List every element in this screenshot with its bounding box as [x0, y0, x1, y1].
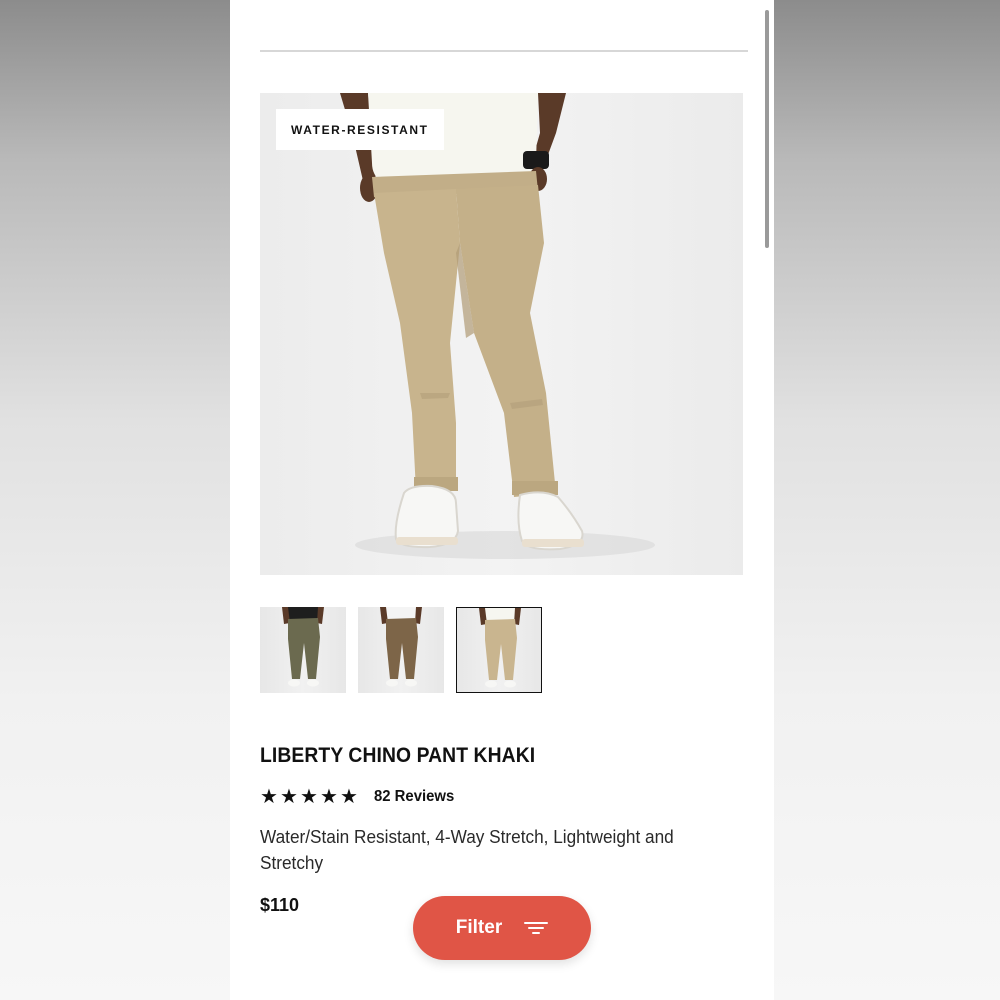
scrollbar[interactable] — [765, 10, 769, 248]
reviews-link[interactable]: 82 Reviews — [374, 788, 454, 806]
star-icon: ★ — [260, 786, 278, 808]
product-page[interactable]: WATER-RESISTANT LIBERTY CHINO PANT KHAKI… — [230, 0, 774, 1000]
thumbnail-image — [380, 607, 422, 687]
thumbnail-list — [260, 607, 554, 693]
background-left — [0, 0, 230, 1000]
thumbnail-khaki[interactable] — [456, 607, 542, 693]
filter-button[interactable]: Filter — [413, 896, 591, 960]
star-icon: ★ — [320, 786, 338, 808]
thumbnail-brown[interactable] — [358, 607, 444, 693]
thumbnail-image — [479, 608, 521, 688]
star-icon: ★ — [280, 786, 298, 808]
product-description: Water/Stain Resistant, 4-Way Stretch, Li… — [260, 826, 674, 873]
product-image[interactable]: WATER-RESISTANT — [260, 93, 743, 575]
background-right — [774, 0, 1000, 1000]
thumbnail-olive[interactable] — [260, 607, 346, 693]
product-title[interactable]: LIBERTY CHINO PANT KHAKI — [260, 744, 535, 768]
filter-lines-icon — [524, 920, 549, 936]
water-resistant-badge: WATER-RESISTANT — [276, 109, 444, 150]
filter-label: Filter — [455, 917, 503, 938]
rating-row[interactable]: ★ ★ ★ ★ ★ 82 Reviews — [260, 786, 460, 808]
khaki-pants-model-image — [340, 93, 655, 559]
star-icon: ★ — [300, 786, 318, 808]
product-price: $110 — [260, 895, 300, 915]
star-icon: ★ — [340, 786, 358, 808]
divider — [260, 50, 748, 52]
thumbnail-image — [282, 607, 324, 687]
star-rating: ★ ★ ★ ★ ★ — [260, 786, 360, 808]
